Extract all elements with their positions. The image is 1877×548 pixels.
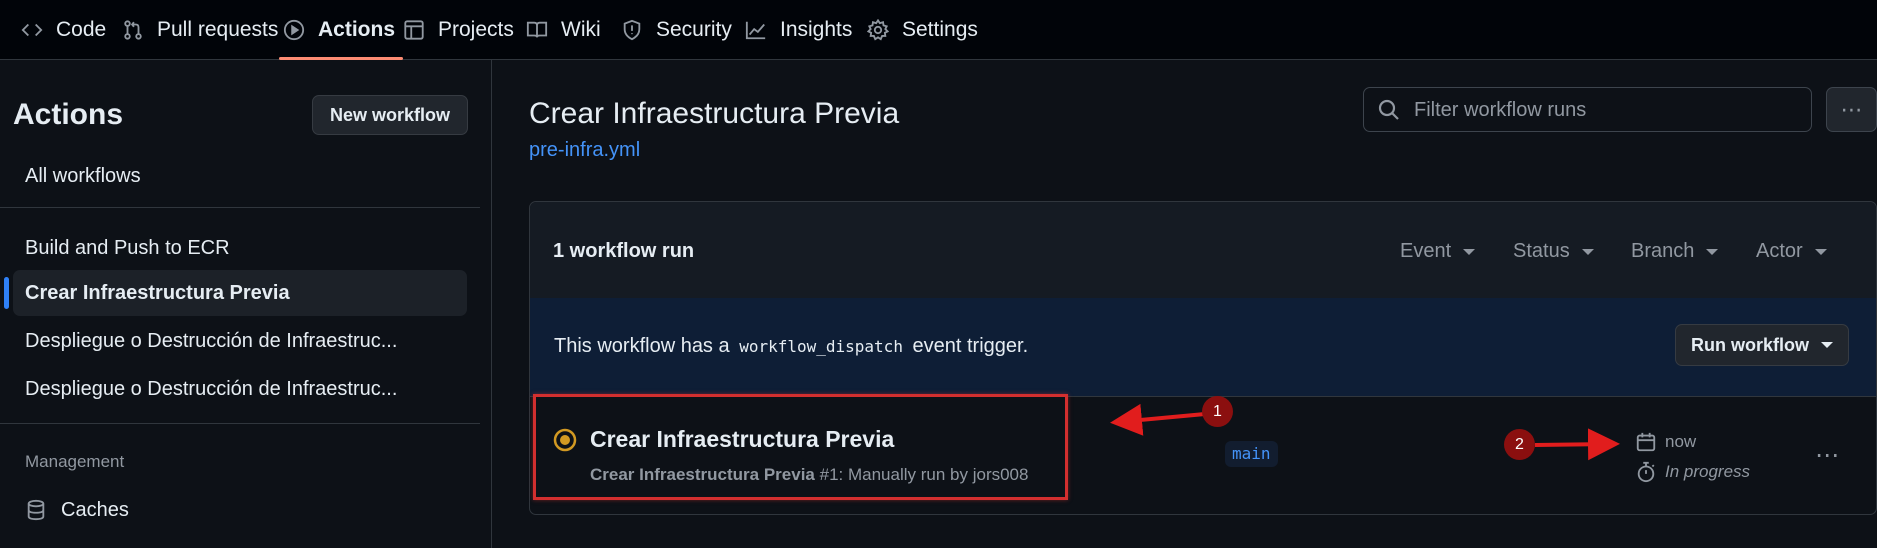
dispatch-code: workflow_dispatch	[739, 337, 903, 356]
dispatch-banner: This workflow has a workflow_dispatch ev…	[530, 298, 1876, 397]
runs-header: 1 workflow run Event Status Branch Actor	[530, 202, 1876, 299]
tab-label: Projects	[438, 18, 514, 41]
sidebar-item-workflow[interactable]: Despliegue o Destrucción de Infraestruc.…	[13, 318, 467, 364]
tab-settings[interactable]: Settings	[867, 0, 978, 60]
run-options-icon[interactable]: ⋯	[1815, 441, 1840, 470]
tab-projects[interactable]: Projects	[403, 0, 514, 60]
shield-icon	[623, 19, 641, 41]
sidebar-item-all-workflows[interactable]: All workflows	[13, 153, 467, 199]
run-workflow-button[interactable]: Run workflow	[1675, 324, 1849, 366]
dispatch-text: This workflow has a workflow_dispatch ev…	[554, 335, 1028, 358]
sidebar-divider	[0, 207, 480, 208]
filter-actor-dropdown[interactable]: Actor	[1756, 240, 1827, 263]
run-time: now	[1635, 431, 1696, 453]
run-count: 1 workflow run	[553, 240, 695, 262]
filter-event-dropdown[interactable]: Event	[1400, 240, 1476, 263]
table-icon	[404, 20, 424, 40]
tab-label: Actions	[318, 18, 396, 41]
more-options-button[interactable]: ⋯	[1826, 87, 1877, 132]
tab-label: Code	[56, 18, 107, 41]
annotation-marker-2: 2	[1504, 429, 1535, 460]
management-heading: Management	[25, 452, 125, 471]
chevron-down-icon	[1814, 248, 1827, 255]
dropdown-label: Actor	[1756, 240, 1803, 262]
calendar-icon	[1636, 432, 1656, 452]
graph-icon	[745, 21, 766, 40]
run-status-text: In progress	[1665, 462, 1751, 481]
filter-workflow-runs[interactable]	[1363, 87, 1812, 132]
chevron-down-icon	[1821, 342, 1833, 348]
sidebar-item-caches[interactable]: Caches	[13, 487, 467, 533]
run-duration: In progress	[1635, 461, 1750, 483]
dropdown-label: Branch	[1631, 240, 1695, 262]
kebab-icon: ⋯	[1840, 96, 1863, 122]
sidebar-item-label: Caches	[61, 498, 129, 521]
tab-wiki[interactable]: Wiki	[526, 0, 601, 60]
workflow-file-link[interactable]: pre-infra.yml	[529, 139, 640, 162]
search-input[interactable]	[1412, 94, 1806, 126]
tab-code[interactable]: Code	[21, 0, 106, 60]
dispatch-text-before: This workflow has a	[554, 335, 730, 357]
dropdown-label: Status	[1513, 240, 1570, 262]
dispatch-text-after: event trigger.	[912, 335, 1029, 357]
tab-insights[interactable]: Insights	[745, 0, 852, 60]
play-icon	[283, 19, 305, 41]
sidebar-title: Actions	[13, 98, 124, 131]
branch-badge[interactable]: main	[1225, 441, 1278, 467]
sidebar-item-workflow[interactable]: Build and Push to ECR	[13, 225, 467, 271]
dropdown-label: Event	[1400, 240, 1452, 262]
new-workflow-button[interactable]: New workflow	[312, 95, 468, 135]
filter-status-dropdown[interactable]: Status	[1513, 240, 1594, 263]
repo-nav: Code Pull requests Actions Projects Wiki…	[0, 0, 1877, 60]
sidebar-item-workflow-selected[interactable]: Crear Infraestructura Previa	[4, 270, 467, 316]
tab-actions[interactable]: Actions	[278, 0, 404, 60]
chevron-down-icon	[1581, 248, 1594, 255]
search-icon	[1378, 99, 1399, 120]
sidebar-item-workflow[interactable]: Despliegue o Destrucción de Infraestruc.…	[13, 366, 467, 412]
actions-sidebar: Actions New workflow All workflows Build…	[0, 60, 492, 548]
tab-security[interactable]: Security	[621, 0, 732, 60]
sidebar-divider	[0, 423, 480, 424]
tab-label: Settings	[902, 18, 978, 41]
annotation-marker-1: 1	[1202, 396, 1233, 427]
tab-label: Pull requests	[157, 18, 279, 41]
gear-icon	[867, 19, 889, 41]
annotation-highlight-box	[533, 394, 1068, 500]
database-icon	[27, 499, 45, 521]
code-icon	[21, 23, 43, 37]
run-workflow-label: Run workflow	[1691, 334, 1809, 355]
tab-label: Security	[656, 18, 732, 41]
workflow-title: Crear Infraestructura Previa	[529, 97, 900, 130]
run-time-text: now	[1665, 432, 1697, 451]
filter-branch-dropdown[interactable]: Branch	[1631, 240, 1719, 263]
chevron-down-icon	[1706, 248, 1719, 255]
stopwatch-icon	[1637, 461, 1655, 483]
chevron-down-icon	[1463, 248, 1476, 255]
tab-label: Insights	[780, 18, 853, 41]
tab-label: Wiki	[561, 18, 601, 41]
pull-request-icon	[124, 20, 142, 40]
tab-pull-requests[interactable]: Pull requests	[122, 0, 278, 60]
book-icon	[526, 21, 548, 38]
